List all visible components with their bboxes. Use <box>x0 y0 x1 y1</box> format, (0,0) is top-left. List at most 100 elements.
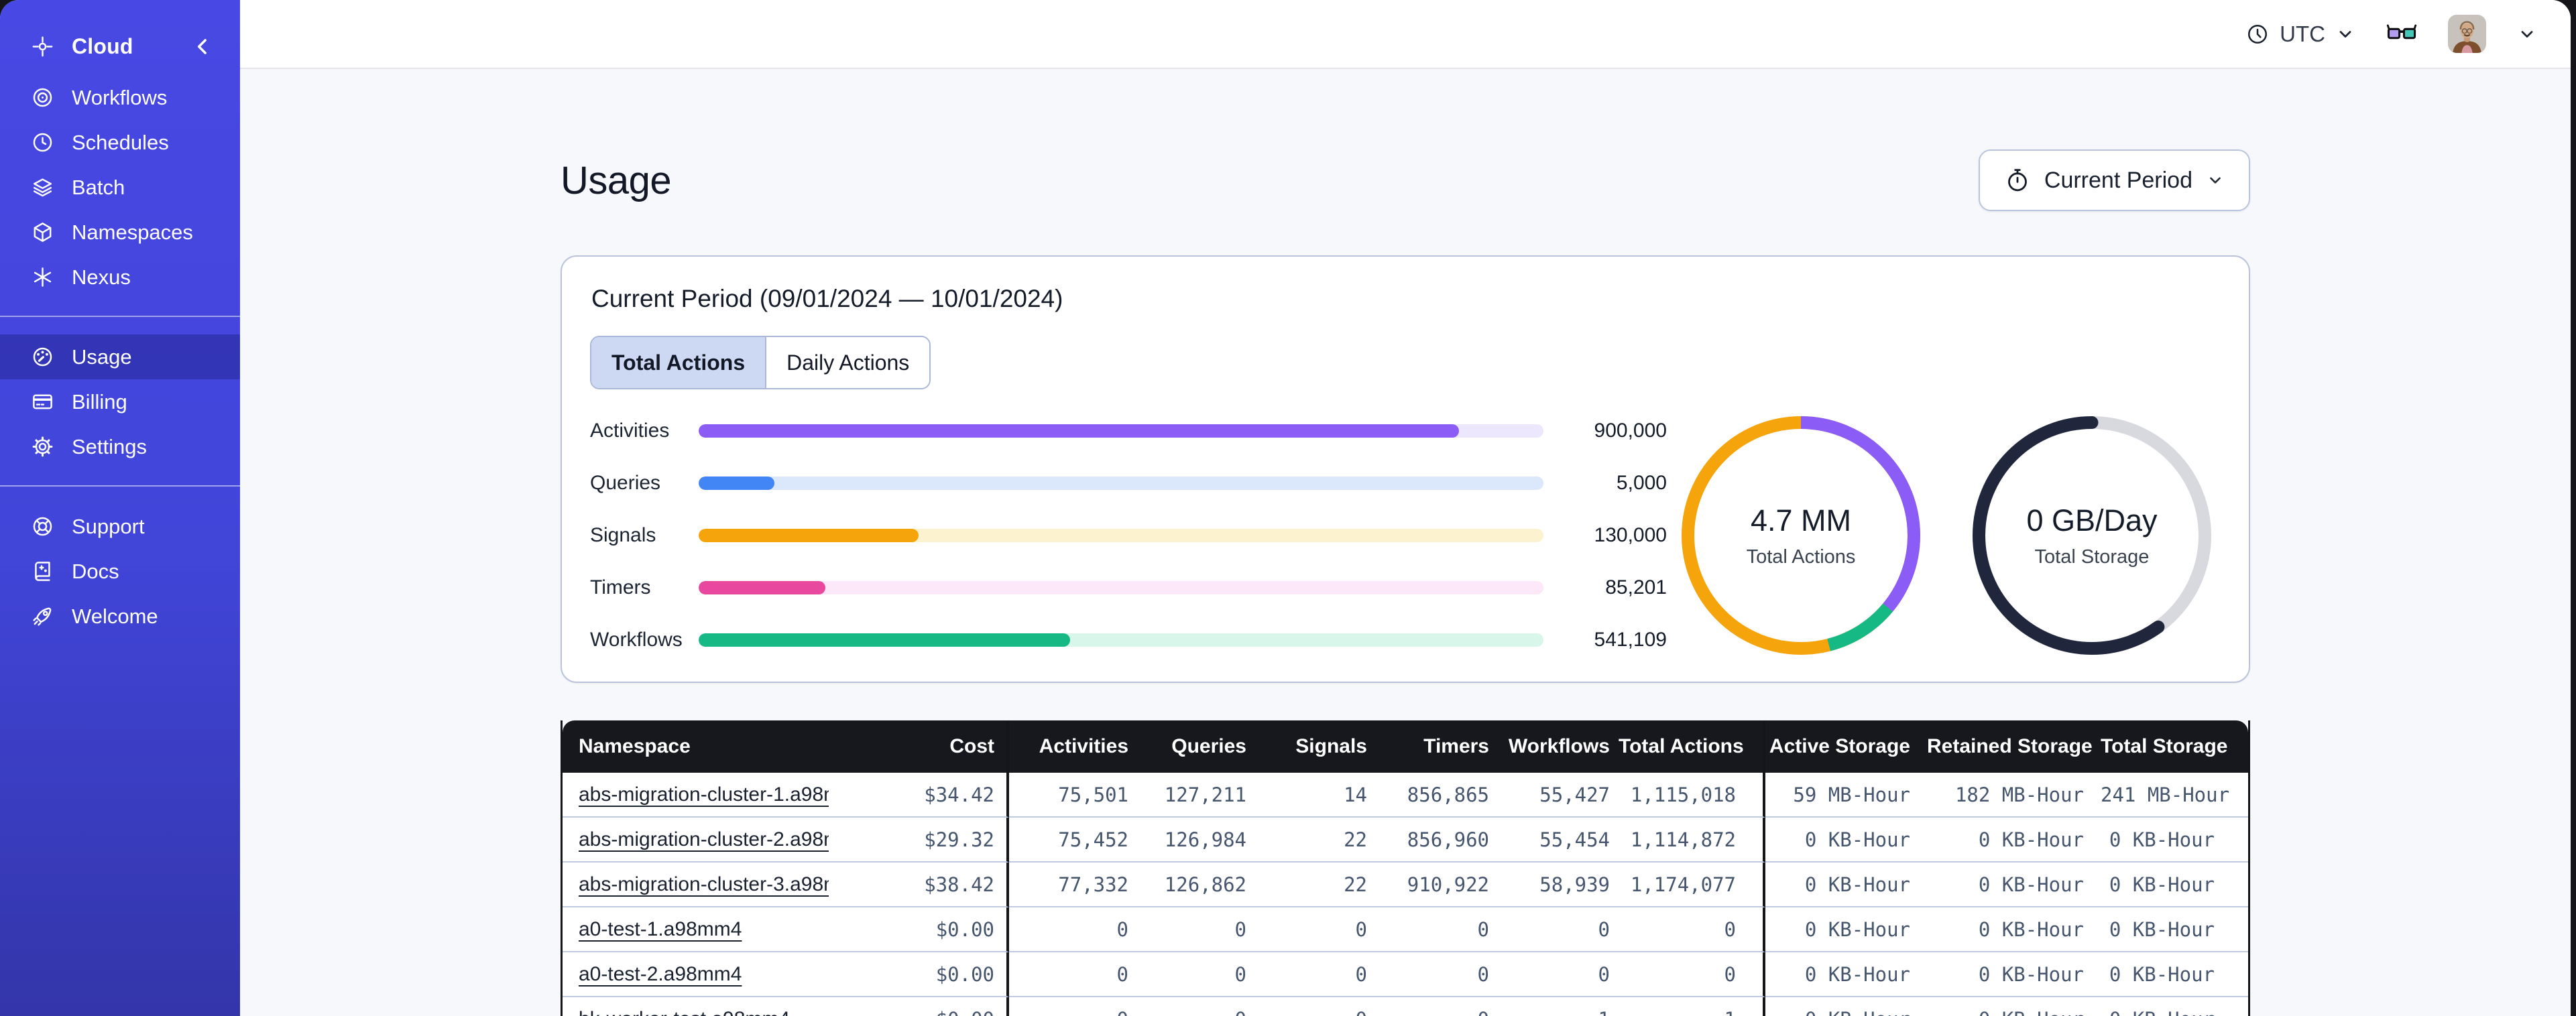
welcome-icon <box>31 605 54 628</box>
value-cell: 0 KB-Hour <box>2100 907 2248 952</box>
value-cell: 0 KB-Hour <box>2100 863 2248 907</box>
bar-fill <box>699 581 825 594</box>
docs-icon <box>31 560 54 583</box>
settings-icon <box>31 435 54 458</box>
value-cell: 0 <box>1618 907 1765 952</box>
value-cell: 856,960 <box>1375 818 1497 863</box>
namespace-link[interactable]: bk-worker-test.a98mm4 <box>579 1008 790 1016</box>
chevron-down-icon <box>2335 24 2355 44</box>
namespace-link[interactable]: abs-migration-cluster-1.a98mm4 <box>579 783 829 806</box>
sidebar-section: Usage Billing Settings <box>0 334 240 469</box>
sidebar-item-settings[interactable]: Settings <box>0 424 240 469</box>
user-avatar[interactable] <box>2448 15 2486 53</box>
namespace-usage-table: Namespace Cost Activities Queries Signals Tim… <box>563 720 2248 1016</box>
bar-label: Workflows <box>590 629 683 651</box>
value-cell: 0 <box>1136 907 1254 952</box>
namespace-link[interactable]: a0-test-2.a98mm4 <box>579 963 742 985</box>
usage-bar-row: Timers 85,201 <box>590 576 1667 599</box>
usage-bar-row: Signals 130,000 <box>590 524 1667 547</box>
bar-fill <box>699 424 1459 438</box>
value-cell: 1 <box>1497 997 1618 1016</box>
value-cell: 1,115,018 <box>1618 773 1765 818</box>
value-cell: 55,454 <box>1497 818 1618 863</box>
sidebar-brand[interactable]: Cloud <box>0 23 240 70</box>
bar-track <box>699 633 1543 647</box>
sidebar-item-label: Batch <box>72 175 125 199</box>
sidebar-item-label: Support <box>72 514 145 538</box>
column-header-timers: Timers <box>1375 720 1497 773</box>
value-cell: 0 KB-Hour <box>1765 907 1926 952</box>
value-cell: 77,332 <box>1009 863 1136 907</box>
sidebar-item-nexus[interactable]: Nexus <box>0 255 240 300</box>
namespace-link[interactable]: a0-test-1.a98mm4 <box>579 918 742 940</box>
value-cell: 59 MB-Hour <box>1765 773 1926 818</box>
timezone-label: UTC <box>2280 21 2325 46</box>
bar-fill <box>699 529 919 542</box>
table-row: a0-test-2.a98mm4 $0.00 0 0 0 0 0 0 0 KB-Hour 0 KB… <box>563 952 2248 997</box>
sidebar-item-usage[interactable]: Usage <box>0 334 240 379</box>
account-menu-button[interactable] <box>2517 24 2537 44</box>
value-cell: 0 <box>1136 997 1254 1016</box>
sidebar-item-billing[interactable]: Billing <box>0 379 240 424</box>
sidebar-item-welcome[interactable]: Welcome <box>0 594 240 639</box>
sidebar-item-support[interactable]: Support <box>0 504 240 549</box>
sidebar-item-batch[interactable]: Batch <box>0 165 240 210</box>
donut-center-value: 0 GB/Day <box>2026 503 2158 537</box>
sidebar-item-label: Welcome <box>72 604 158 628</box>
namespace-link[interactable]: abs-migration-cluster-2.a98mm4 <box>579 828 829 850</box>
main-column: UTC Usage Current Period Current Period … <box>240 0 2571 1016</box>
usage-bar-row: Workflows 541,109 <box>590 629 1667 651</box>
clock-icon <box>2245 22 2270 46</box>
bar-track <box>699 581 1543 594</box>
donut-center-label: Total Actions <box>1746 546 1856 568</box>
namespace-link[interactable]: abs-migration-cluster-3.a98mm4 <box>579 873 829 895</box>
value-cell: 22 <box>1254 818 1375 863</box>
page-title: Usage <box>561 158 672 202</box>
value-cell: 0 KB-Hour <box>1765 818 1926 863</box>
value-cell: $38.42 <box>829 863 1009 907</box>
value-cell: 0 <box>1009 907 1136 952</box>
bar-fill <box>699 633 1071 647</box>
column-header-retained-storage: Retained Storage <box>1926 720 2100 773</box>
value-cell: 0 <box>1618 952 1765 997</box>
feedback-glasses-button[interactable] <box>2386 19 2417 50</box>
tab-total-actions[interactable]: Total Actions <box>591 337 767 388</box>
value-cell: $29.32 <box>829 818 1009 863</box>
value-cell: 0 KB-Hour <box>1926 907 2100 952</box>
sidebar-nav: Workflows Schedules Batch Namespaces Nexus Us… <box>0 75 240 639</box>
value-cell: 0 KB-Hour <box>1765 863 1926 907</box>
value-cell: $0.00 <box>829 907 1009 952</box>
sidebar-item-namespaces[interactable]: Namespaces <box>0 210 240 255</box>
value-cell: 241 MB-Hour <box>2100 773 2248 818</box>
value-cell: 0 KB-Hour <box>1765 952 1926 997</box>
sidebar-item-label: Billing <box>72 389 127 414</box>
bar-value: 85,201 <box>1605 576 1667 598</box>
donut-center-label: Total Storage <box>2034 546 2150 568</box>
temporal-cloud-icon <box>31 35 54 58</box>
support-icon <box>31 515 54 538</box>
value-cell: 0 KB-Hour <box>1926 997 2100 1016</box>
table-row: abs-migration-cluster-2.a98mm4$29.3275,4… <box>563 818 2248 863</box>
period-select-button[interactable]: Current Period <box>1978 149 2250 211</box>
table-row: bk-worker-test.a98mm4$0.000000110 KB-Hou… <box>563 997 2248 1016</box>
chevron-left-icon <box>191 35 215 58</box>
sidebar-item-label: Nexus <box>72 265 131 289</box>
value-cell: 126,862 <box>1136 863 1254 907</box>
value-cell: 0 <box>1375 952 1497 997</box>
value-cell: 0 KB-Hour <box>1926 863 2100 907</box>
column-header-total-actions: Total Actions <box>1618 720 1765 773</box>
value-cell: 0 KB-Hour <box>1765 997 1926 1016</box>
namespace-table-wrap: Namespace Cost Activities Queries Signals Tim… <box>561 720 2250 1016</box>
sidebar-item-workflows[interactable]: Workflows <box>0 75 240 120</box>
sidebar-collapse-button[interactable] <box>191 35 215 58</box>
timezone-select[interactable]: UTC <box>2245 21 2355 47</box>
bar-value: 5,000 <box>1616 472 1667 494</box>
sidebar-item-schedules[interactable]: Schedules <box>0 120 240 165</box>
usage-bars: Activities 900,000 Queries 5,000 Signals 130,… <box>590 416 1667 655</box>
tab-daily-actions[interactable]: Daily Actions <box>766 337 930 388</box>
app-window: Cloud Workflows Schedules Batch Namespaces N… <box>0 0 2571 1016</box>
value-cell: 0 <box>1497 952 1618 997</box>
namespace-cell: abs-migration-cluster-2.a98mm4 <box>563 818 829 863</box>
schedules-icon <box>31 131 54 154</box>
sidebar-item-docs[interactable]: Docs <box>0 549 240 594</box>
